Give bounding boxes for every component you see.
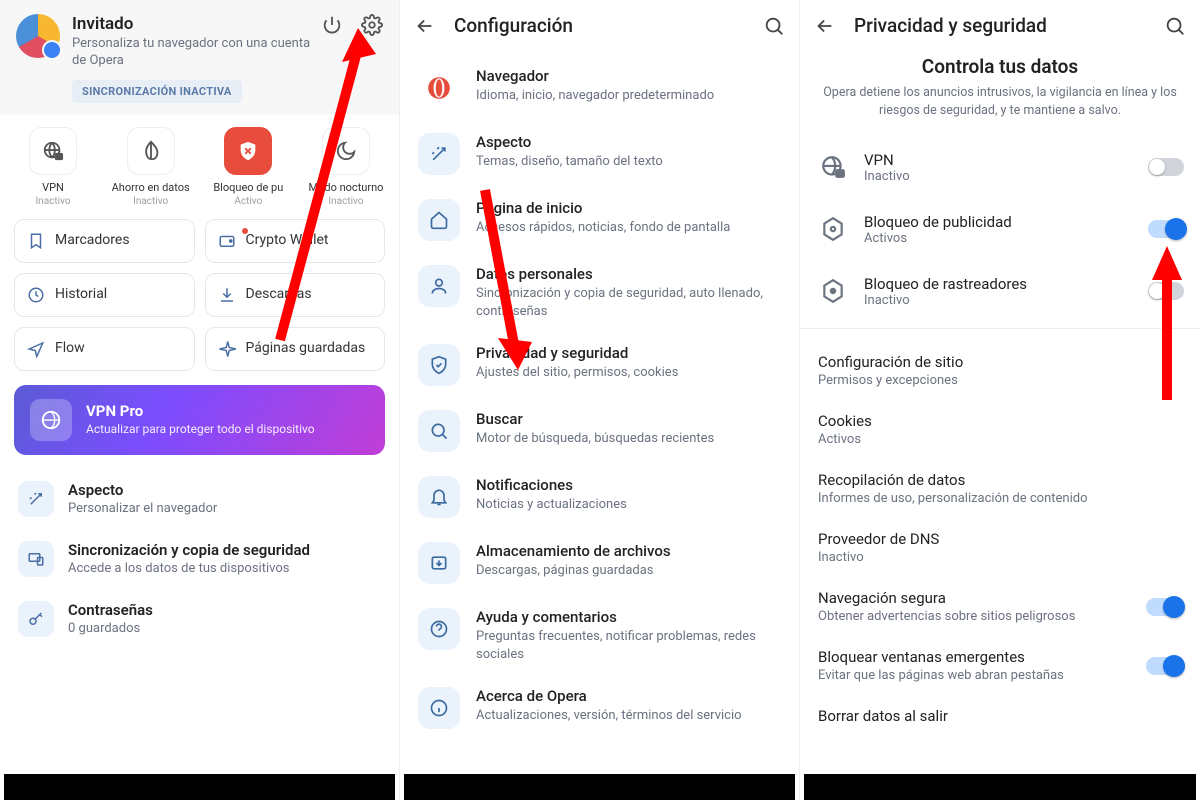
li-cookies[interactable]: CookiesActivos [818,400,1182,459]
wallet-icon [218,232,236,250]
li-dns[interactable]: Proveedor de DNSInactivo [818,518,1182,577]
hero-title: Controla tus datos [820,55,1180,78]
quick-adblock[interactable]: Bloqueo de pu Activo [203,127,293,207]
settings-title: Configuración [454,14,745,37]
devices-icon [27,550,45,568]
back-icon[interactable] [814,15,836,37]
home-icon [429,210,449,230]
row-adblock[interactable]: Bloqueo de publicidadActivos [816,198,1184,260]
cfg-notifications[interactable]: NotificacionesNoticias y actualizaciones [414,464,785,530]
row-vpn[interactable]: VPNInactivo [816,136,1184,198]
avatar[interactable] [16,14,60,58]
tile-saved-pages[interactable]: Páginas guardadas [205,327,386,371]
cfg-personal-data[interactable]: Datos personalesSincronización y copia d… [414,253,785,332]
bottom-bar [804,774,1196,800]
cfg-browser[interactable]: NavegadorIdioma, inicio, navegador prede… [414,55,785,121]
cfg-help[interactable]: Ayuda y comentariosPreguntas frecuentes,… [414,596,785,675]
li-popup-block[interactable]: Bloquear ventanas emergentesEvitar que l… [818,636,1182,695]
li-data-collection[interactable]: Recopilación de datosInformes de uso, pe… [818,459,1182,518]
search-icon[interactable] [1164,15,1186,37]
tile-flow[interactable]: Flow [14,327,195,371]
quick-actions: VPN Inactivo Ahorro en datos Inactivo Bl… [0,115,399,219]
opt-passwords[interactable]: Contraseñas0 guardados [14,589,385,649]
globe-lock-icon [42,140,64,162]
tile-history[interactable]: Historial [14,273,195,317]
plane-icon [218,340,236,358]
cfg-about[interactable]: Acerca de OperaActualizaciones, versión,… [414,675,785,741]
wand-icon [27,490,45,508]
history-icon [27,286,45,304]
bottom-bar [404,774,795,800]
toggle-popup[interactable] [1146,657,1182,675]
quick-night-mode[interactable]: Modo nocturno Inactivo [301,127,391,207]
vpn-pro-banner[interactable]: VPN Pro Actualizar para proteger todo el… [14,385,385,455]
user-icon [429,276,449,296]
li-site-settings[interactable]: Configuración de sitioPermisos y excepci… [818,341,1182,400]
cfg-appearance[interactable]: AspectoTemas, diseño, tamaño del texto [414,121,785,187]
back-icon[interactable] [414,15,436,37]
tile-downloads[interactable]: Descargas [205,273,386,317]
info-icon [429,698,449,718]
tile-crypto-wallet[interactable]: Crypto Wallet [205,219,386,263]
quick-data-savings[interactable]: Ahorro en datos Inactivo [106,127,196,207]
globe-lock-icon [820,154,846,180]
toggle-safe-browsing[interactable] [1146,598,1182,616]
help-icon [429,619,449,639]
bookmark-icon [27,232,45,250]
profile-header: Invitado Personaliza tu navegador con un… [0,0,399,115]
cfg-homepage[interactable]: Página de inicioAccesos rápidos, noticia… [414,187,785,253]
quick-vpn[interactable]: VPN Inactivo [8,127,98,207]
opera-icon [426,75,452,101]
li-clear-on-exit[interactable]: Borrar datos al salir [818,695,1182,737]
panel-privacy: Privacidad y seguridad Controla tus dato… [800,0,1200,800]
opt-sync[interactable]: Sincronización y copia de seguridadAcced… [14,529,385,589]
key-icon [27,610,45,628]
cfg-privacy[interactable]: Privacidad y seguridadAjustes del sitio,… [414,332,785,398]
toggle-vpn[interactable] [1148,158,1184,176]
panel-settings: Configuración NavegadorIdioma, inicio, n… [400,0,800,800]
gear-icon[interactable] [361,14,383,36]
notification-dot-icon [242,228,248,234]
inbox-icon [429,553,449,573]
cfg-storage[interactable]: Almacenamiento de archivosDescargas, pág… [414,530,785,596]
bell-icon [429,487,449,507]
sync-badge: SINCRONIZACIÓN INACTIVA [72,80,242,103]
hexagon-dot-icon [820,278,846,304]
row-trackerblock[interactable]: Bloqueo de rastreadoresInactivo [816,260,1184,322]
wand-icon [429,144,449,164]
globe-shield-icon [40,409,62,431]
profile-subtitle: Personaliza tu navegador con una cuenta … [72,36,321,70]
send-icon [27,340,45,358]
shield-x-icon [237,140,259,162]
profile-title: Invitado [72,14,321,34]
moon-icon [335,140,357,162]
cfg-search[interactable]: BuscarMotor de búsqueda, búsquedas recie… [414,398,785,464]
li-safe-browsing[interactable]: Navegación seguraObtener advertencias so… [818,577,1182,636]
power-icon[interactable] [321,14,343,36]
menu-tiles: Marcadores Crypto Wallet Historial Desca… [0,219,399,371]
search-icon [429,421,449,441]
search-icon[interactable] [763,15,785,37]
hexagon-icon [820,216,846,242]
shield-check-icon [429,355,449,375]
toggle-trackerblock[interactable] [1148,282,1184,300]
privacy-title: Privacidad y seguridad [854,14,1146,37]
download-icon [218,286,236,304]
leaf-icon [140,140,162,162]
hero-sub: Opera detiene los anuncios intrusivos, l… [820,84,1180,120]
bottom-bar [4,774,395,800]
panel-main-menu: Invitado Personaliza tu navegador con un… [0,0,400,800]
toggle-adblock[interactable] [1148,220,1184,238]
opt-appearance[interactable]: AspectoPersonalizar el navegador [14,469,385,529]
tile-bookmarks[interactable]: Marcadores [14,219,195,263]
